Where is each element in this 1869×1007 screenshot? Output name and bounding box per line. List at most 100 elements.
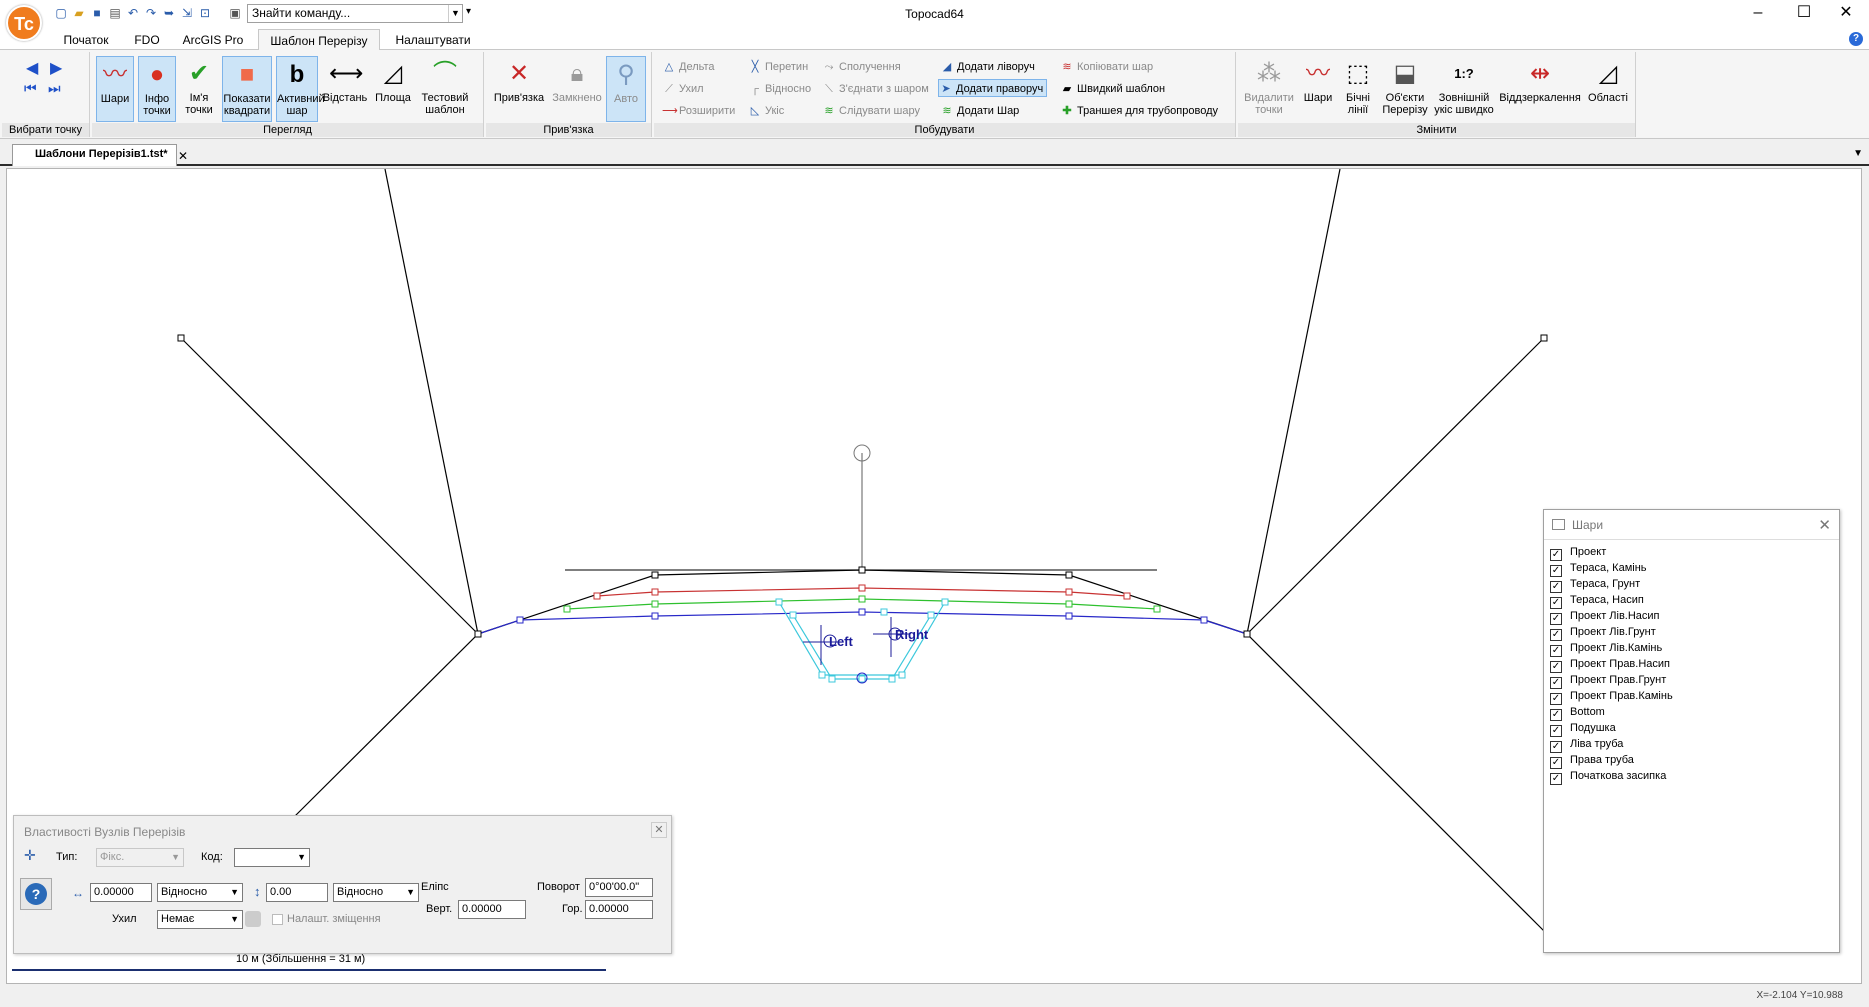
node-marker[interactable] [888, 675, 896, 683]
node-marker[interactable] [516, 616, 524, 624]
node-marker[interactable] [858, 584, 866, 592]
slope-select[interactable]: Немає ▼ [157, 910, 243, 929]
follow-layer-button[interactable]: ≋ Слідувати шару [822, 102, 920, 120]
node-marker[interactable] [1123, 592, 1131, 600]
tab-fdo[interactable]: FDO [127, 31, 167, 50]
layer-row[interactable]: ✓ Тераса, Грунт [1550, 576, 1673, 593]
node-marker[interactable] [775, 598, 783, 606]
layer-row[interactable]: ✓ Проект Лів.Насип [1550, 608, 1673, 625]
add-right-button[interactable]: ➤ Додати праворуч [938, 79, 1048, 97]
node-marker[interactable] [789, 611, 797, 619]
node-marker[interactable] [858, 608, 866, 616]
tab-section-template[interactable]: Шаблон Перерізу [258, 29, 380, 51]
add-layer-button[interactable]: ≋ Додати Шар [940, 102, 1019, 120]
layer-row[interactable]: ✓ Проект Прав.Камінь [1550, 688, 1673, 705]
minimize-button[interactable]: – [1735, 0, 1781, 28]
relative-button[interactable]: ┌ Відносно [748, 80, 811, 98]
layer-row[interactable]: ✓ Ліва труба [1550, 736, 1673, 753]
join-button[interactable]: ⤳ Сполучення [822, 58, 901, 76]
arrow-right-icon[interactable]: ▶ [50, 58, 62, 78]
node-marker[interactable] [898, 671, 906, 679]
layer-row[interactable]: ✓ Проект Лів.Камінь [1550, 640, 1673, 657]
connect-layer-button[interactable]: ⟍ З'єднати з шаром [822, 80, 929, 98]
rotation-input[interactable]: 0°00'00.0" [585, 878, 653, 897]
layer-row[interactable]: ✓ Проект Прав.Грунт [1550, 672, 1673, 689]
node-marker[interactable] [177, 334, 185, 342]
point-name-button[interactable]: ✔ Ім'я точки [180, 56, 218, 122]
node-marker[interactable] [880, 608, 888, 616]
show-squares-button[interactable]: ■ Показати квадрати [222, 56, 272, 122]
layer-row[interactable]: ✓ Початкова засипка [1550, 768, 1673, 785]
layer-cyan-trench[interactable] [792, 614, 932, 680]
test-template-button[interactable]: ⌒ Тестовий шаблон [418, 56, 472, 122]
side-lines-button[interactable]: ⬚ Бічні лінії [1340, 56, 1376, 122]
section-objects-button[interactable]: ⬓ Об'єкти Перерізу [1380, 56, 1430, 122]
offset-settings-icon[interactable] [245, 911, 261, 927]
app-logo[interactable]: Tc [6, 5, 42, 41]
pipe-trench-button[interactable]: ✚ Траншея для трубопроводу [1060, 102, 1218, 120]
slope-button[interactable]: ⟋ Ухил [662, 80, 703, 98]
node-marker[interactable] [651, 588, 659, 596]
snap-button[interactable]: ✕ Прив'язка [490, 56, 548, 122]
area-button[interactable]: ◿ Площа [372, 56, 414, 122]
layer-row[interactable]: ✓ Проект Прав.Насип [1550, 656, 1673, 673]
offset-settings-checkbox[interactable] [272, 914, 283, 925]
ellipse-vertical-input[interactable]: 0.00000 [458, 900, 526, 919]
layer-row[interactable]: ✓ Проект Лів.Грунт [1550, 624, 1673, 641]
modify-layers-button[interactable]: 〰 Шари [1300, 56, 1336, 122]
node-marker[interactable] [651, 600, 659, 608]
node-marker[interactable] [474, 630, 482, 638]
intersect-button[interactable]: ╳ Перетин [748, 58, 808, 76]
layer-checkbox[interactable]: ✓ [1550, 773, 1562, 785]
help-button[interactable]: ? [20, 878, 52, 910]
layer-row[interactable]: ✓ Тераса, Камінь [1550, 560, 1673, 577]
quick-template-button[interactable]: ▰ Швидкий шаблон [1060, 80, 1165, 98]
layer-row[interactable]: ✓ Проект [1550, 544, 1673, 561]
embankment-button[interactable]: ◺ Укіс [748, 102, 784, 120]
node-marker[interactable] [941, 598, 949, 606]
outer-slope-quick-button[interactable]: 1:? Зовнішній укіс швидко [1434, 56, 1494, 122]
first-point-icon[interactable]: ⏮ [24, 80, 37, 97]
locked-button[interactable]: 🔒︎ Замкнено [550, 56, 604, 122]
layer-row[interactable]: ✓ Тераса, Насип [1550, 592, 1673, 609]
node-marker[interactable] [927, 611, 935, 619]
node-marker[interactable] [1065, 612, 1073, 620]
add-left-button[interactable]: ◢ Додати ліворуч [940, 58, 1035, 76]
node-marker[interactable] [563, 605, 571, 613]
code-select[interactable]: ▼ [234, 848, 310, 867]
distance-button[interactable]: ⟷ Відстань [322, 56, 368, 122]
tab-menu-icon[interactable]: ▼ [1853, 148, 1863, 159]
close-icon[interactable]: ✕ [1818, 516, 1831, 534]
node-marker[interactable] [1065, 571, 1073, 579]
ellipse-horizontal-input[interactable]: 0.00000 [585, 900, 653, 919]
type-select[interactable]: Фікс. ▼ [96, 848, 184, 867]
close-icon[interactable]: ✕ [651, 822, 667, 838]
delta-button[interactable]: △ Дельта [662, 58, 715, 76]
node-marker[interactable] [1153, 605, 1161, 613]
layer-row[interactable]: ✓ Подушка [1550, 720, 1673, 737]
areas-button[interactable]: ◿ Області [1586, 56, 1630, 122]
node-marker[interactable] [1200, 616, 1208, 624]
node-marker[interactable] [593, 592, 601, 600]
node-marker[interactable] [651, 571, 659, 579]
maximize-button[interactable]: ☐ [1781, 0, 1827, 28]
active-layer-button[interactable]: b Активний шар [276, 56, 325, 122]
node-marker[interactable] [828, 675, 836, 683]
vertical-offset-input[interactable]: 0.00 [266, 883, 328, 902]
vertical-mode-select[interactable]: Відносно ▼ [333, 883, 419, 902]
node-marker[interactable] [1243, 630, 1251, 638]
tab-arcgis[interactable]: ArcGIS Pro [178, 31, 248, 50]
tab-settings[interactable]: Налаштувати [390, 31, 476, 50]
tab-home[interactable]: Початок [55, 31, 117, 50]
document-tab[interactable]: Шаблони Перерізів1.tst* [12, 144, 177, 166]
layer-row[interactable]: ✓ Bottom [1550, 704, 1673, 721]
horizontal-mode-select[interactable]: Відносно ▼ [157, 883, 243, 902]
arrow-left-icon[interactable]: ◀ [26, 58, 38, 78]
horizontal-offset-input[interactable]: 0.00000 [90, 883, 152, 902]
node-marker[interactable] [858, 675, 866, 683]
copy-layer-button[interactable]: ≋ Копіювати шар [1060, 58, 1153, 76]
node-marker[interactable] [858, 595, 866, 603]
node-marker[interactable] [1540, 334, 1548, 342]
layers-button[interactable]: 〰 Шари [96, 56, 134, 122]
auto-snap-button[interactable]: ⚲ Авто [606, 56, 646, 122]
